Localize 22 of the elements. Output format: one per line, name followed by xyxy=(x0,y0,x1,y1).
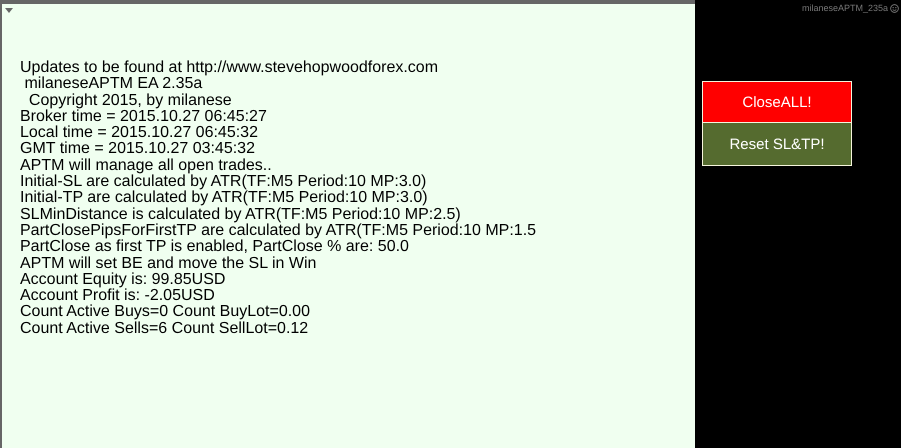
info-line: GMT time = 2015.10.27 03:45:32 xyxy=(20,141,256,158)
info-line: Broker time = 2015.10.27 06:45:27 xyxy=(20,108,268,125)
info-line: Initial-TP are calculated by ATR(TF:M5 Period:10 MP:3.0) xyxy=(20,190,429,207)
info-line: Count Active Sells=6 Count SellLot=0.12 xyxy=(20,320,310,338)
info-line: APTM will set BE and move the SL in Win xyxy=(20,256,318,272)
info-line: milaneseAPTM EA 2.35a xyxy=(24,76,202,93)
info-line: Copyright 2015, by milanese xyxy=(28,92,233,109)
info-line: PartClose as first TP is enabled, PartClose % are: 50.0 xyxy=(20,239,410,256)
chart-label: milaneseAPTM_235a xyxy=(802,3,888,13)
info-line: Account Equity is: 99.85USD xyxy=(20,272,226,288)
triangle-icon[interactable] xyxy=(5,8,13,13)
action-button[interactable]: CloseALL! xyxy=(702,81,852,123)
info-line: Count Active Buys=0 Count BuyLot=0.00 xyxy=(20,304,311,321)
info-line: APTM will manage all open trades.. xyxy=(20,158,272,174)
action-button[interactable]: Reset SL&TP! xyxy=(702,123,852,166)
info-line: Updates to be found at http://www.stevehopwoodforex.com xyxy=(20,60,440,76)
info-line: Initial-SL are calculated by ATR(TF:M5 Period:10 MP:3.0) xyxy=(20,174,428,190)
info-line: Local time = 2015.10.27 06:45:32 xyxy=(20,125,259,142)
info-line: Account Profit is: -2.05USD xyxy=(20,288,216,304)
info-line: PartClosePipsForFirstTP are calculated by ATR(TF:M5 Period:10 MP:1.5 xyxy=(20,222,538,240)
info-line: SLMinDistance is calculated by ATR(TF:M5 Period:10 MP:2.5) xyxy=(20,206,461,223)
smiley-icon xyxy=(890,4,899,12)
